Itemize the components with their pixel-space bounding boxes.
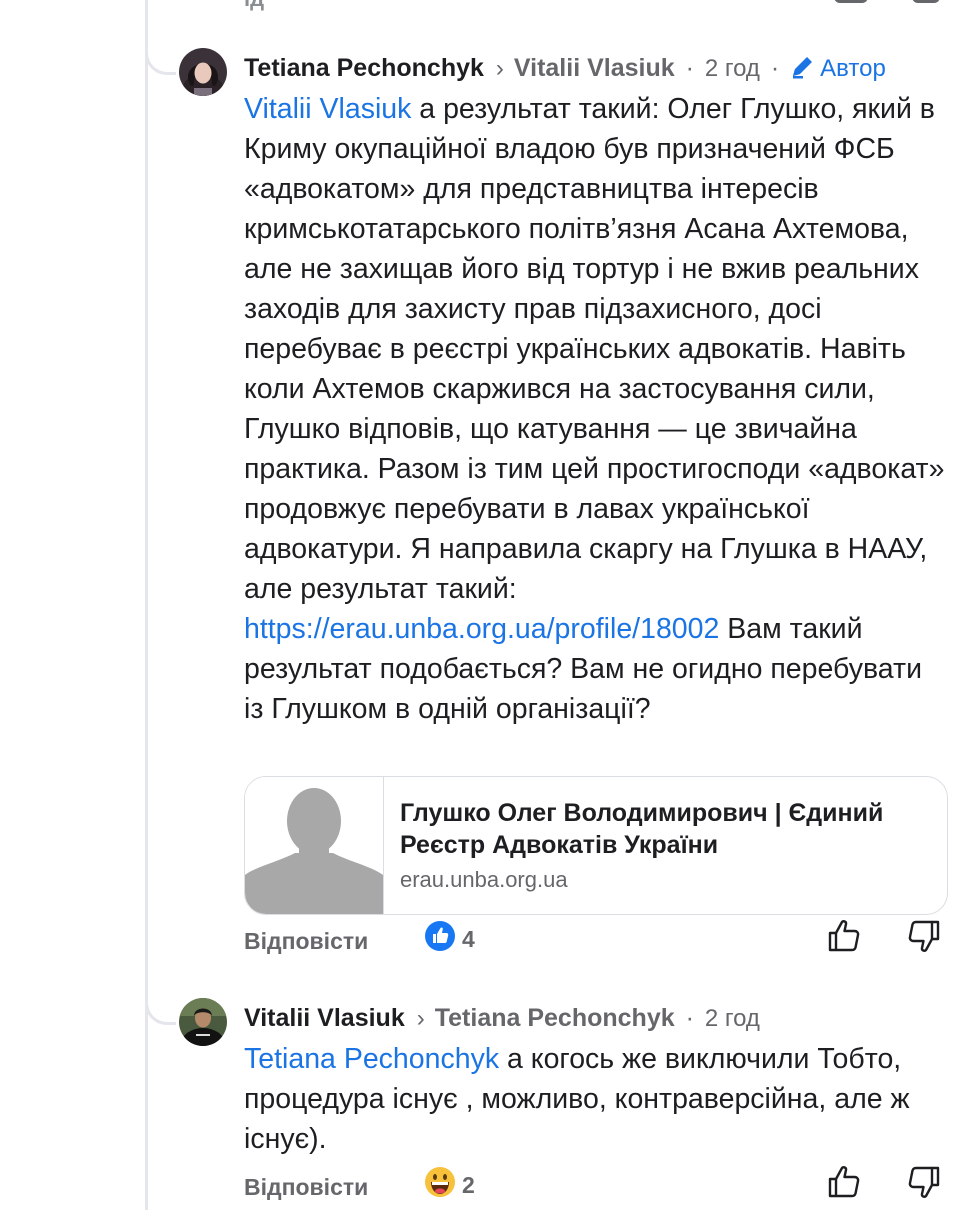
comment-author[interactable]: Vitalii Vlasiuk xyxy=(244,1004,405,1032)
dislike-outline-icon[interactable] xyxy=(912,0,940,3)
person-silhouette-icon xyxy=(245,777,383,914)
author-badge: Автор xyxy=(790,55,886,82)
dislike-outline-icon[interactable] xyxy=(906,918,942,954)
separator-dot: · xyxy=(763,54,787,82)
like-outline-icon[interactable] xyxy=(826,918,862,954)
pencil-icon xyxy=(793,57,813,79)
reply-to-author[interactable]: Vitalii Vlasiuk xyxy=(514,54,675,82)
comment-body: а результат такий: Олег Глушко, який в К… xyxy=(244,93,945,605)
avatar-photo-icon xyxy=(179,998,227,1046)
comment-time[interactable]: 2 год xyxy=(705,1005,760,1032)
preview-title: Глушко Олег Володимирович | Єдиний Реєст… xyxy=(400,799,884,859)
thread-connector xyxy=(145,992,176,1025)
previous-comment-fragment: ід xyxy=(244,0,968,11)
avatar[interactable] xyxy=(179,998,227,1046)
reply-button[interactable]: Відповісти xyxy=(244,1174,368,1201)
comment-time[interactable]: 2 год xyxy=(705,55,760,82)
dislike-outline-icon[interactable] xyxy=(906,1164,942,1200)
reaction-count: 4 xyxy=(462,926,475,952)
mention-link[interactable]: Tetiana Pechonchyk xyxy=(244,1043,499,1075)
avatar-photo-icon xyxy=(179,48,227,96)
thread-line xyxy=(145,0,148,1210)
avatar[interactable] xyxy=(179,48,227,96)
separator-dot: · xyxy=(678,1004,701,1032)
link-preview-card[interactable]: Глушко Олег Володимирович | Єдиний Реєст… xyxy=(244,776,948,915)
comment-actions: Відповісти 4 xyxy=(244,920,944,970)
reply-to-author[interactable]: Tetiana Pechonchyk xyxy=(435,1004,675,1032)
like-icon xyxy=(425,921,455,951)
reply-button[interactable]: Відповісти xyxy=(244,928,368,955)
like-outline-icon[interactable] xyxy=(834,0,868,3)
comment-text: Tetiana Pechonchyk а когось же виключили… xyxy=(244,1039,949,1159)
comment-actions: Відповісти 2 xyxy=(244,1166,944,1216)
preview-domain: erau.unba.org.ua xyxy=(400,867,568,892)
comment-text: Vitalii Vlasiuk а результат такий: Олег … xyxy=(244,89,949,729)
preview-thumbnail xyxy=(245,777,384,914)
profile-link[interactable]: https://erau.unba.org.ua/profile/18002 xyxy=(244,613,719,645)
mention-link[interactable]: Vitalii Vlasiuk xyxy=(244,93,411,125)
chevron-right-icon: › xyxy=(495,55,504,82)
reaction-count: 2 xyxy=(462,1172,475,1198)
comment-header: Tetiana Pechonchyk › Vitalii Vlasiuk · 2 г… xyxy=(244,48,886,88)
comment-author[interactable]: Tetiana Pechonchyk xyxy=(244,54,484,82)
chevron-right-icon: › xyxy=(416,1005,425,1032)
author-badge-label: Автор xyxy=(820,55,886,82)
grinning-face-icon xyxy=(425,1167,455,1197)
like-outline-icon[interactable] xyxy=(826,1164,862,1200)
comment-header: Vitalii Vlasiuk › Tetiana Pechonchyk · 2 г… xyxy=(244,998,760,1038)
separator-dot: · xyxy=(678,54,701,82)
thread-connector xyxy=(145,42,176,75)
previous-reply-fragment: ід xyxy=(244,0,264,12)
